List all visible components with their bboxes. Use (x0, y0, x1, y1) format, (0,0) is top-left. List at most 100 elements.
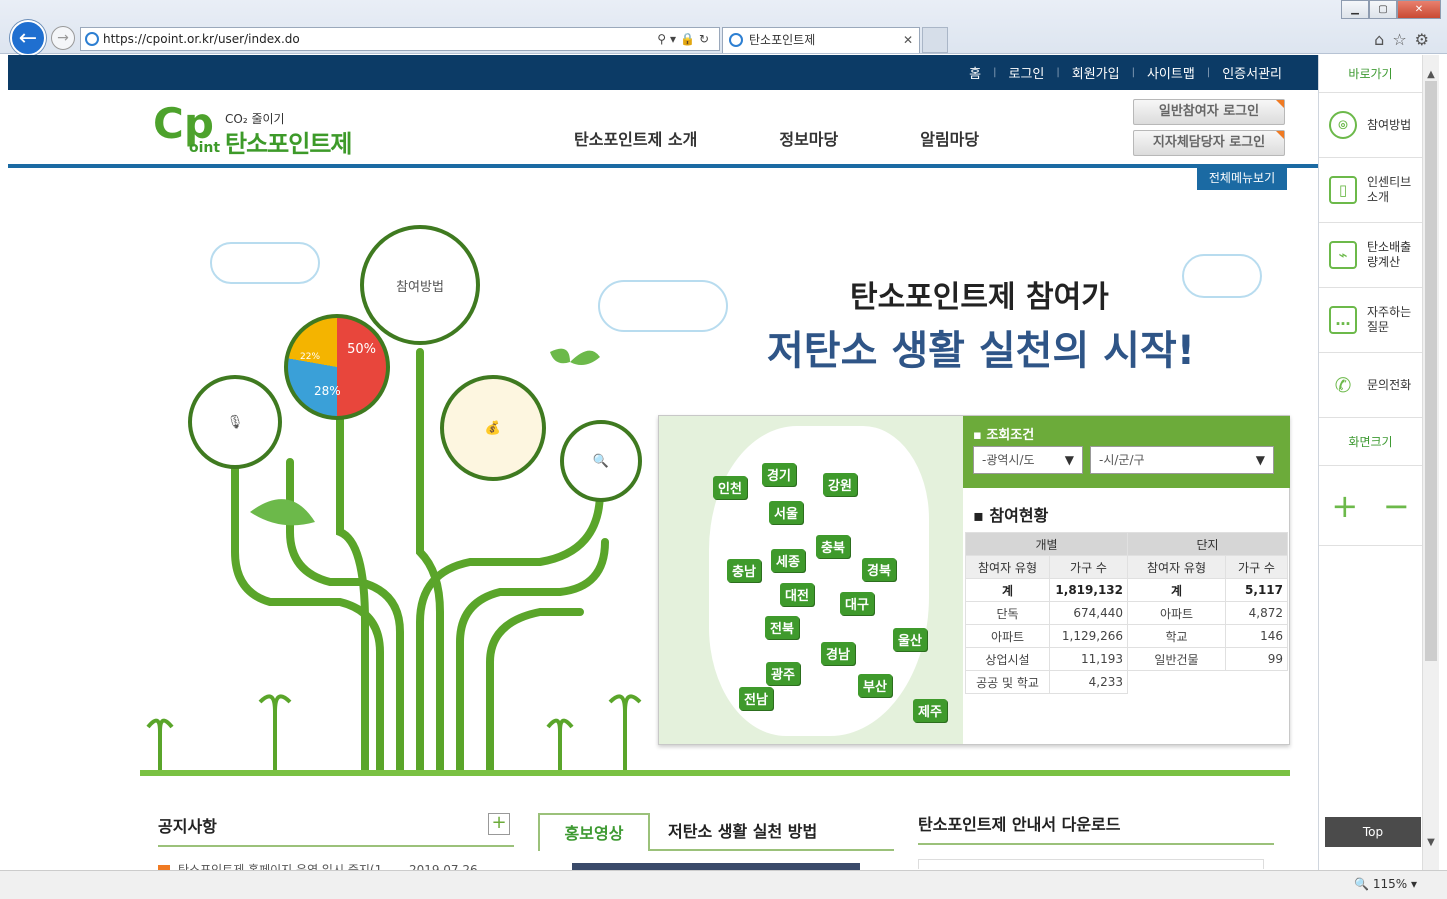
new-tab-button[interactable] (922, 27, 948, 53)
tab-practice-method[interactable]: 저탄소 생활 실천 방법 (668, 813, 817, 851)
document-icon: ▯ (1329, 176, 1357, 204)
coins-circle: 💰 (440, 375, 546, 481)
region-busan[interactable]: 부산 (858, 674, 892, 697)
video-tabs: 홍보영상 저탄소 생활 실천 방법 (538, 805, 894, 871)
filter-panel: ▪ 조회조건 -광역시/도 ▼ -시/군/구 ▼ (963, 416, 1290, 488)
site-logo[interactable]: Cp CO₂ 줄이기 탄소포인트제 oint (153, 98, 373, 159)
nav-home-link[interactable]: 홈 (969, 63, 981, 82)
general-login-button[interactable]: 일반참여자 로그인 (1133, 99, 1285, 125)
participation-stats-table: 개별 단지 참여자 유형 가구 수 참여자 유형 가구 수 계 1,819,132… (965, 532, 1288, 694)
download-divider (918, 843, 1274, 845)
url-text: https://cpoint.or.kr/user/index.do (103, 32, 300, 46)
pie-label-50: 50% (347, 342, 376, 357)
ie-icon (729, 33, 743, 47)
top-utility-bar: 홈 | 로그인 | 회원가입 | 사이트맵 | 인증서관리 (8, 55, 1318, 90)
region-incheon[interactable]: 인천 (713, 476, 747, 499)
browser-toolbar-icons[interactable]: ⌂☆⚙ (1374, 30, 1437, 49)
participation-method-circle[interactable]: 참여방법 (360, 225, 480, 345)
sigungu-select[interactable]: -시/군/구 ▼ (1090, 446, 1274, 474)
back-arrow-icon[interactable]: ← (10, 20, 46, 56)
tab-promo-video[interactable]: 홍보영상 (538, 813, 650, 851)
map-area: 인천 경기 강원 서울 충남 세종 충북 경북 대전 대구 전북 울산 경남 광… (659, 416, 963, 744)
scroll-down-icon[interactable]: ▼ (1423, 837, 1439, 855)
participation-map-panel: 인천 경기 강원 서울 충남 세종 충북 경북 대전 대구 전북 울산 경남 광… (658, 415, 1290, 745)
microphone-circle: 🎙 (188, 375, 282, 469)
stats-title: ▪ 참여현황 (973, 506, 1049, 525)
group-header-individual: 개별 (965, 532, 1128, 556)
nav-sitemap-link[interactable]: 사이트맵 (1147, 63, 1195, 82)
zoom-level[interactable]: 🔍 115% ▾ (1354, 877, 1417, 891)
region-chungnam[interactable]: 충남 (727, 559, 761, 582)
notice-more-button[interactable]: + (488, 813, 510, 835)
gnb-notice[interactable]: 알림마당 (920, 126, 979, 150)
all-menu-button[interactable]: 전체메뉴보기 (1197, 168, 1287, 190)
gnb-intro[interactable]: 탄소포인트제 소개 (574, 126, 697, 150)
quick-phone[interactable]: ✆ 문의전화 (1319, 353, 1422, 418)
leaf-icon (250, 499, 315, 526)
location-pin-icon: ⌾ (1329, 111, 1357, 139)
site-header: Cp CO₂ 줄이기 탄소포인트제 oint 탄소포인트제 소개 정보마당 알림… (8, 90, 1318, 168)
quick-incentive[interactable]: ▯ 인센티브 소개 (1319, 158, 1422, 223)
browser-chrome: ← → https://cpoint.or.kr/user/index.do ⚲… (0, 0, 1447, 56)
region-daegu[interactable]: 대구 (840, 592, 874, 615)
browser-tab[interactable]: 탄소포인트제 ✕ (722, 27, 920, 53)
forward-arrow-icon[interactable]: → (51, 26, 75, 50)
maximize-icon[interactable]: ▢ (1369, 0, 1397, 19)
cloud-decoration (1182, 254, 1262, 298)
region-ulsan[interactable]: 울산 (893, 628, 927, 651)
headline-secondary: 저탄소 생활 실천의 시작! (767, 328, 1196, 374)
region-chungbuk[interactable]: 충북 (816, 535, 850, 558)
download-title: 탄소포인트제 안내서 다운로드 (918, 815, 1121, 834)
minimize-icon[interactable]: ▁ (1341, 0, 1369, 19)
search-circle-icon: 🔍 (560, 420, 642, 502)
quick-faq[interactable]: … 자주하는 질문 (1319, 288, 1422, 353)
table-row: 상업시설 11,193 일반건물 99 (965, 647, 1288, 671)
quick-participation[interactable]: ⌾ 참여방법 (1319, 93, 1422, 158)
region-jeju[interactable]: 제주 (913, 699, 947, 722)
table-row: 계 1,819,132 계 5,117 (965, 578, 1288, 602)
chevron-down-icon: ▼ (1064, 453, 1074, 467)
sido-select[interactable]: -광역시/도 ▼ (973, 446, 1083, 474)
region-gwangju[interactable]: 광주 (766, 662, 800, 685)
ground-line (140, 770, 1290, 776)
vertical-scrollbar[interactable]: ▲ ▼ (1422, 55, 1439, 870)
col-households: 가구 수 (1049, 555, 1128, 579)
admin-login-button[interactable]: 지자체담당자 로그인 (1133, 130, 1285, 156)
region-gyeonggi[interactable]: 경기 (762, 463, 796, 486)
search-icon[interactable]: ⚲▾🔒↻ (657, 28, 713, 50)
headline-primary: 탄소포인트제 참여가 (850, 280, 1109, 315)
download-box[interactable] (918, 859, 1264, 869)
window-controls: ▁ ▢ ✕ (1341, 0, 1441, 20)
nav-cert-link[interactable]: 인증서관리 (1222, 63, 1282, 82)
close-tab-icon[interactable]: ✕ (903, 28, 913, 52)
quick-carbon-calc[interactable]: ⌁ 탄소배출 량계산 (1319, 223, 1422, 288)
nav-login-link[interactable]: 로그인 (1008, 63, 1044, 82)
region-daejeon[interactable]: 대전 (780, 583, 814, 606)
address-bar[interactable]: https://cpoint.or.kr/user/index.do ⚲▾🔒↻ (80, 27, 720, 51)
filter-label: ▪ 조회조건 (973, 428, 1035, 443)
close-window-icon[interactable]: ✕ (1397, 0, 1441, 19)
gnb-info[interactable]: 정보마당 (779, 126, 838, 150)
quick-title: 바로가기 (1319, 55, 1422, 93)
zoom-in-button[interactable]: + (1331, 487, 1358, 525)
region-gyeongnam[interactable]: 경남 (821, 642, 855, 665)
scrollbar-thumb[interactable] (1425, 81, 1437, 661)
region-seoul[interactable]: 서울 (769, 501, 803, 524)
circle-label: 참여방법 (396, 279, 444, 295)
region-gangwon[interactable]: 강원 (823, 473, 857, 496)
zoom-out-button[interactable]: − (1383, 487, 1410, 525)
notice-divider (158, 845, 514, 847)
region-gyeongbuk[interactable]: 경북 (862, 558, 896, 581)
region-sejong[interactable]: 세종 (771, 549, 805, 572)
region-jeonbuk[interactable]: 전북 (765, 616, 799, 639)
top-button[interactable]: Top (1325, 817, 1421, 847)
logo-name: 탄소포인트제 (225, 130, 352, 158)
region-jeonnam[interactable]: 전남 (739, 687, 773, 710)
pie-label-28: 28% (314, 384, 341, 398)
speech-bubble-icon: … (1329, 306, 1357, 334)
col-type: 참여자 유형 (1127, 555, 1226, 579)
pie-label-22: 22% (300, 352, 321, 362)
zoom-controls: + − (1319, 466, 1422, 546)
nav-join-link[interactable]: 회원가입 (1072, 63, 1120, 82)
quick-sidebar: 바로가기 ⌾ 참여방법 ▯ 인센티브 소개 ⌁ 탄소배출 량계산 … 자주하는 질문 ✆… (1318, 55, 1422, 870)
